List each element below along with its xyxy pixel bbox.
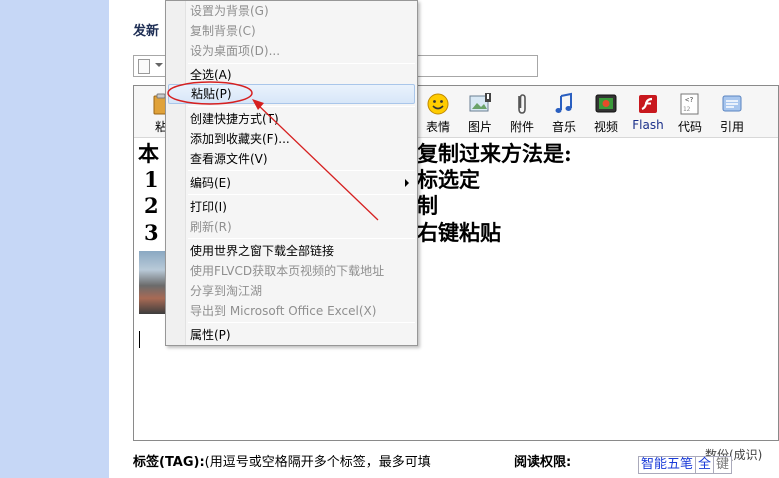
context-menu: 设置为背景(G) 复制背景(C) 设为桌面项(D)... 全选(A) 粘贴(P)… (165, 0, 418, 346)
content-line-1-right: 复制过来方法是: (417, 141, 572, 166)
content-line-2-left: 1 (144, 167, 159, 192)
emoticon-label: 表情 (425, 120, 450, 134)
attachment-label: 附件 (509, 120, 534, 134)
content-line-1-left: 本 (138, 141, 159, 166)
document-icon (138, 59, 150, 74)
page-title: 发新 (133, 24, 160, 39)
video-label: 视频 (593, 120, 618, 134)
paperclip-icon (518, 94, 526, 114)
menu-separator (188, 106, 415, 107)
submenu-arrow-icon (405, 179, 409, 187)
smiley-icon (427, 93, 449, 115)
read-permission-label: 阅读权限: (514, 455, 572, 470)
flash-label: Flash (632, 118, 664, 132)
image-button[interactable]: 图片 (459, 86, 501, 138)
emoticon-button[interactable]: 表情 (417, 86, 459, 138)
ime-status-bar[interactable]: 智能五笔 全 键 (638, 456, 733, 474)
image-icon (469, 93, 491, 112)
quote-label: 引用 (719, 120, 744, 134)
tag-field-label: 标签(TAG):(用逗号或空格隔开多个标签，最多可填 (133, 451, 431, 470)
svg-text:<?: <? (685, 96, 693, 104)
menu-item-set-background: 设置为背景(G) (190, 4, 269, 18)
menu-item-print[interactable]: 打印(I) (168, 197, 415, 217)
code-button[interactable]: <? 12 代码 (669, 86, 711, 138)
tag-hint-text: (用逗号或空格隔开多个标签，最多可填 (204, 455, 431, 470)
music-note-icon (555, 92, 572, 113)
menu-item-encoding[interactable]: 编码(E) (168, 173, 415, 193)
menu-item-properties[interactable]: 属性(P) (168, 325, 415, 345)
svg-text:12: 12 (683, 106, 691, 113)
attachment-button[interactable]: 附件 (501, 86, 543, 138)
left-background-strip (0, 0, 109, 478)
menu-item-share-taojianghu: 分享到淘江湖 (190, 284, 263, 298)
menu-item-paste[interactable]: 粘贴(P) (168, 84, 415, 104)
menu-item-copy-background: 复制背景(C) (190, 24, 256, 38)
menu-separator (188, 238, 415, 239)
menu-item-refresh: 刷新(R) (190, 220, 232, 234)
chevron-down-icon[interactable] (155, 63, 163, 67)
menu-item-add-to-favorites[interactable]: 添加到收藏夹(F)... (168, 129, 415, 149)
quote-icon (722, 95, 742, 112)
content-line-4-left: 3 (144, 220, 159, 245)
quote-button[interactable]: 引用 (711, 86, 753, 138)
menu-item-encoding-label: 编码(E) (190, 176, 231, 190)
flash-button[interactable]: Flash (627, 86, 669, 138)
ime-mode[interactable]: 智能五笔 (639, 457, 695, 473)
menu-item-download-all-links[interactable]: 使用世界之窗下载全部链接 (168, 241, 415, 261)
video-icon (595, 94, 617, 113)
content-line-4-right: 右键粘贴 (417, 220, 501, 245)
music-button[interactable]: 音乐 (543, 86, 585, 138)
menu-item-select-all[interactable]: 全选(A) (168, 65, 415, 85)
code-label: 代码 (677, 120, 702, 134)
content-line-2-right: 标选定 (417, 167, 480, 192)
ime-fullwidth-toggle[interactable]: 全 (695, 457, 715, 473)
video-button[interactable]: 视频 (585, 86, 627, 138)
menu-separator (188, 194, 415, 195)
code-icon: <? 12 (680, 93, 699, 115)
menu-separator (188, 322, 415, 323)
embedded-photo-thumbnail[interactable] (139, 251, 167, 314)
content-line-3-left: 2 (144, 193, 159, 218)
menu-separator (188, 170, 415, 171)
flash-icon (639, 95, 657, 113)
menu-item-set-desktop-item: 设为桌面项(D)... (190, 44, 281, 58)
music-label: 音乐 (551, 120, 576, 134)
menu-item-export-excel: 导出到 Microsoft Office Excel(X) (190, 304, 377, 318)
image-label: 图片 (467, 120, 492, 134)
content-line-3-right: 制 (417, 193, 438, 218)
menu-separator (188, 63, 415, 64)
menu-item-create-shortcut[interactable]: 创建快捷方式(T) (168, 109, 415, 129)
menu-item-view-source[interactable]: 查看源文件(V) (168, 149, 415, 169)
ime-keyboard-toggle[interactable]: 键 (714, 457, 731, 473)
text-cursor (139, 331, 140, 348)
menu-item-flvcd: 使用FLVCD获取本页视频的下载地址 (190, 264, 385, 278)
tag-label-bold: 标签(TAG): (133, 455, 205, 470)
